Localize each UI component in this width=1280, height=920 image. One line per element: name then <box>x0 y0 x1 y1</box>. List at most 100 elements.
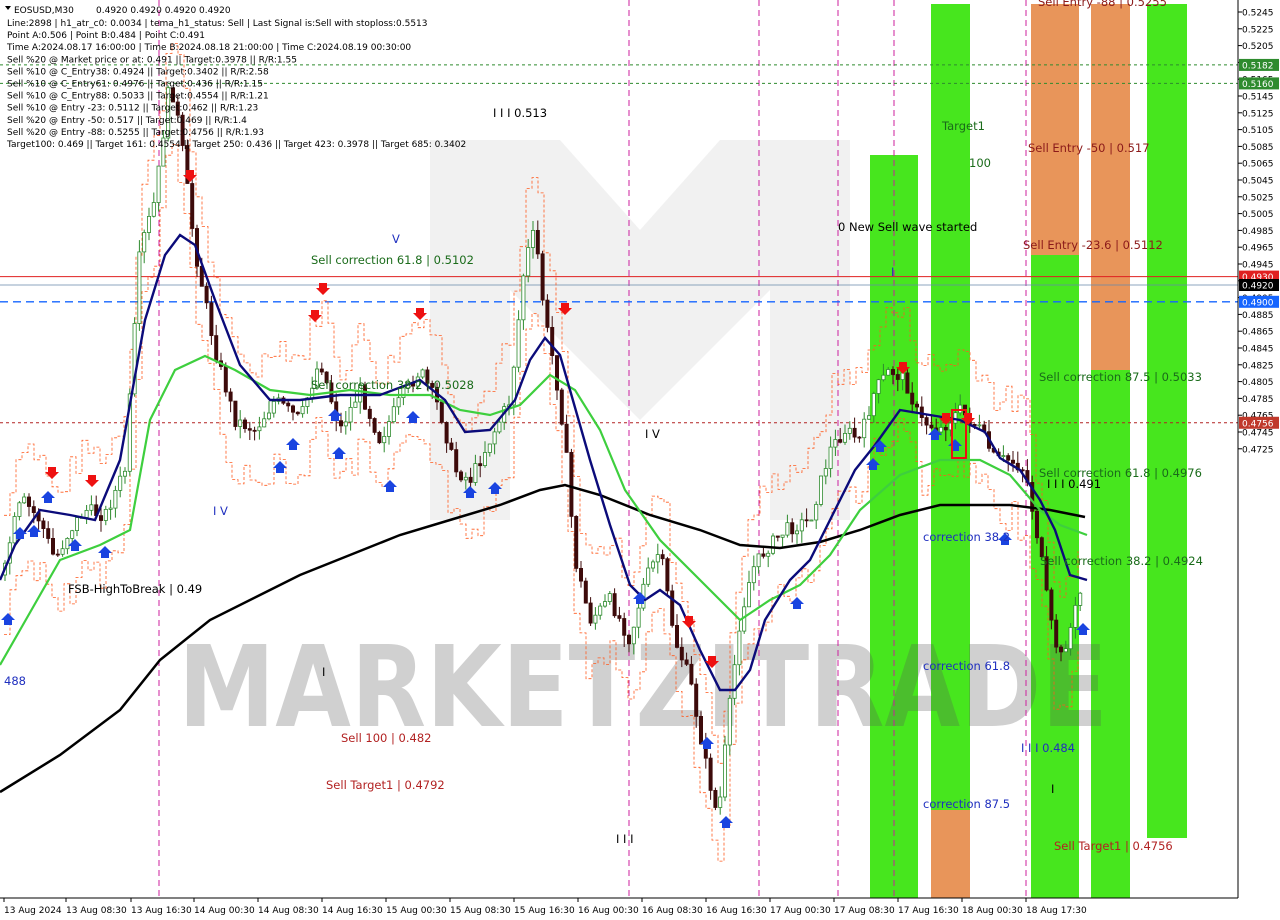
candle-body-156 <box>751 566 756 584</box>
candle-body-203 <box>977 424 982 427</box>
candle-body-145 <box>699 716 704 745</box>
x-tick-label-15: 18 Aug 00:30 <box>962 906 1023 916</box>
candle-body-163 <box>785 522 790 536</box>
info-line-8: Sell %20 @ Entry -50: 0.517 || Target:0.… <box>7 116 247 126</box>
y-tick-label-7: 0.5105 <box>1242 126 1274 136</box>
y-tick-label-15: 0.4945 <box>1242 261 1274 271</box>
x-tick-label-9: 16 Aug 00:30 <box>578 906 639 916</box>
candle-body-165 <box>795 530 800 535</box>
candle-body-176 <box>847 427 852 434</box>
price-badge-label-5: 0.4756 <box>1242 419 1274 429</box>
candle-body-144 <box>694 683 699 717</box>
candle-body-187 <box>900 372 905 380</box>
candle-body-141 <box>679 646 684 661</box>
y-tick-label-6: 0.5125 <box>1242 109 1274 119</box>
candle-body-4 <box>22 496 27 504</box>
candle-body-147 <box>708 757 713 791</box>
annotation-21: I I I 0.491 <box>1047 477 1101 491</box>
candle-body-126 <box>607 593 612 602</box>
y-tick-label-8: 0.5085 <box>1242 143 1274 153</box>
y-axis-panel <box>1238 0 1280 920</box>
candle-body-128 <box>617 615 622 619</box>
annotation-22: correction 38.2 <box>923 530 1010 544</box>
symbol-timeframe: EOSUSD,M30 <box>14 6 74 16</box>
candle-body-220 <box>1059 646 1064 653</box>
candle-body-140 <box>675 625 680 648</box>
y-tick-label-21: 0.4825 <box>1242 361 1274 371</box>
candle-body-148 <box>713 790 718 808</box>
info-line-5: Sell %10 @ C_Entry61: 0.4976 || Target:0… <box>7 80 263 90</box>
x-tick-label-11: 16 Aug 16:30 <box>706 906 767 916</box>
candle-body-111 <box>535 229 540 255</box>
annotation-19: Sell correction 87.5 | 0.5033 <box>1039 370 1202 384</box>
candle-body-170 <box>819 475 824 505</box>
annotation-18: Sell Entry -23.6 | 0.5112 <box>1023 238 1163 252</box>
price-badge-label-1: 0.5160 <box>1242 80 1274 90</box>
y-tick-label-12: 0.5005 <box>1242 210 1274 220</box>
annotation-10: Sell Target1 | 0.4792 <box>326 778 445 792</box>
candle-body-108 <box>521 275 526 321</box>
candle-body-73 <box>353 401 358 408</box>
candle-body-196 <box>943 426 948 431</box>
candle-body-184 <box>886 369 891 376</box>
info-line-10: Target100: 0.469 || Target 161: 0.4554 |… <box>6 140 466 150</box>
x-tick-label-3: 14 Aug 00:30 <box>194 906 255 916</box>
candle-body-15 <box>75 517 80 531</box>
candle-body-186 <box>895 374 900 380</box>
candle-body-93 <box>449 442 454 450</box>
annotation-9: Sell 100 | 0.482 <box>341 731 431 745</box>
candle-body-60 <box>290 405 295 413</box>
y-tick-label-19: 0.4865 <box>1242 328 1274 338</box>
candle-body-117 <box>564 423 569 453</box>
candle-body-39 <box>190 183 195 229</box>
candle-body-171 <box>823 468 828 477</box>
candle-body-132 <box>636 607 641 628</box>
annotation-25: correction 87.5 <box>923 797 1010 811</box>
candle-body-47 <box>228 391 233 402</box>
candle-body-195 <box>939 426 944 433</box>
x-tick-label-2: 13 Aug 16:30 <box>131 906 192 916</box>
annotation-27: I <box>1051 782 1054 796</box>
candle-body-182 <box>876 379 881 394</box>
candle-body-178 <box>857 436 862 439</box>
price-badge-label-3: 0.4920 <box>1242 282 1274 292</box>
candle-body-80 <box>386 421 391 437</box>
candle-body-103 <box>497 421 502 433</box>
candle-body-71 <box>343 421 348 427</box>
candle-body-129 <box>622 618 627 636</box>
candle-body-31 <box>151 202 156 217</box>
info-line-3: Sell %20 @ Market price or at: 0.491 || … <box>7 55 297 65</box>
candle-body-218 <box>1049 589 1054 621</box>
candle-body-173 <box>833 439 838 448</box>
annotation-23: Sell correction 38.2 | 0.4924 <box>1040 554 1203 568</box>
candle-body-96 <box>463 476 468 481</box>
candle-body-138 <box>665 558 670 592</box>
candle-body-79 <box>382 435 387 444</box>
annotation-3: Sell correction 38.2 | 0.5028 <box>311 378 474 392</box>
candle-body-222 <box>1068 627 1073 650</box>
candle-body-11 <box>55 553 60 556</box>
x-axis-panel <box>0 898 1280 920</box>
candle-body-81 <box>391 406 396 423</box>
candle-body-100 <box>482 452 487 467</box>
candle-body-82 <box>396 397 401 408</box>
candle-body-181 <box>871 393 876 417</box>
candle-body-5 <box>26 496 31 507</box>
candle-body-188 <box>905 372 910 394</box>
candle-body-61 <box>295 411 300 415</box>
annotation-2: Sell correction 61.8 | 0.5102 <box>311 253 474 267</box>
candle-body-25 <box>123 470 128 477</box>
candle-body-110 <box>531 229 536 248</box>
price-chart[interactable]: MARKETZITRADE I I I 0.513 V Sell correctio… <box>0 0 1280 920</box>
candle-body-23 <box>113 489 118 509</box>
annotation-6: FSB-HighToBreak | 0.49 <box>68 582 202 596</box>
x-tick-label-0: 13 Aug 2024 <box>4 906 62 916</box>
candle-body-175 <box>843 432 848 443</box>
candle-body-17 <box>84 509 89 518</box>
x-tick-label-13: 17 Aug 08:30 <box>834 906 895 916</box>
candle-body-49 <box>238 419 243 427</box>
candle-body-193 <box>929 424 934 429</box>
candle-body-159 <box>766 552 771 557</box>
candle-body-9 <box>46 528 51 539</box>
candle-body-95 <box>458 471 463 481</box>
